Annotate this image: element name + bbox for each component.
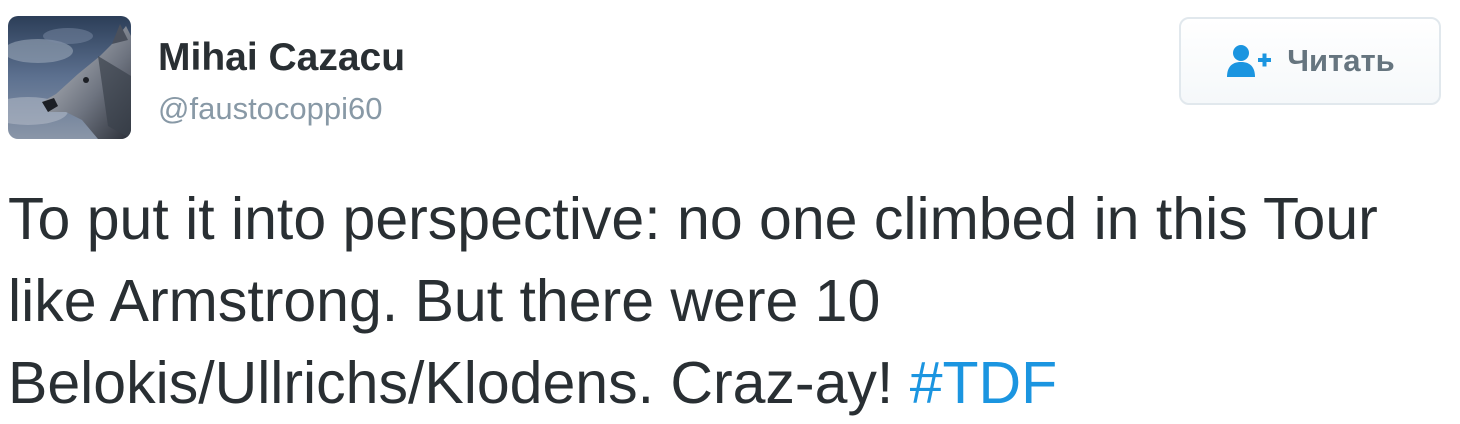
follow-user-plus-icon [1225,43,1273,79]
tweet-card: Mihai Cazacu @faustocoppi60 Читать To pu… [0,0,1460,423]
follow-button[interactable]: Читать [1179,17,1441,105]
hashtag-link[interactable]: #TDF [910,350,1058,416]
tweet-body: To put it into perspective: no one climb… [8,186,1378,416]
user-handle[interactable]: @faustocoppi60 [158,91,383,127]
tweet-text: To put it into perspective: no one climb… [8,178,1448,424]
user-avatar[interactable] [8,16,131,139]
user-display-name[interactable]: Mihai Cazacu [158,36,405,80]
follow-button-label: Читать [1287,43,1395,78]
wolf-avatar-image [8,16,131,139]
